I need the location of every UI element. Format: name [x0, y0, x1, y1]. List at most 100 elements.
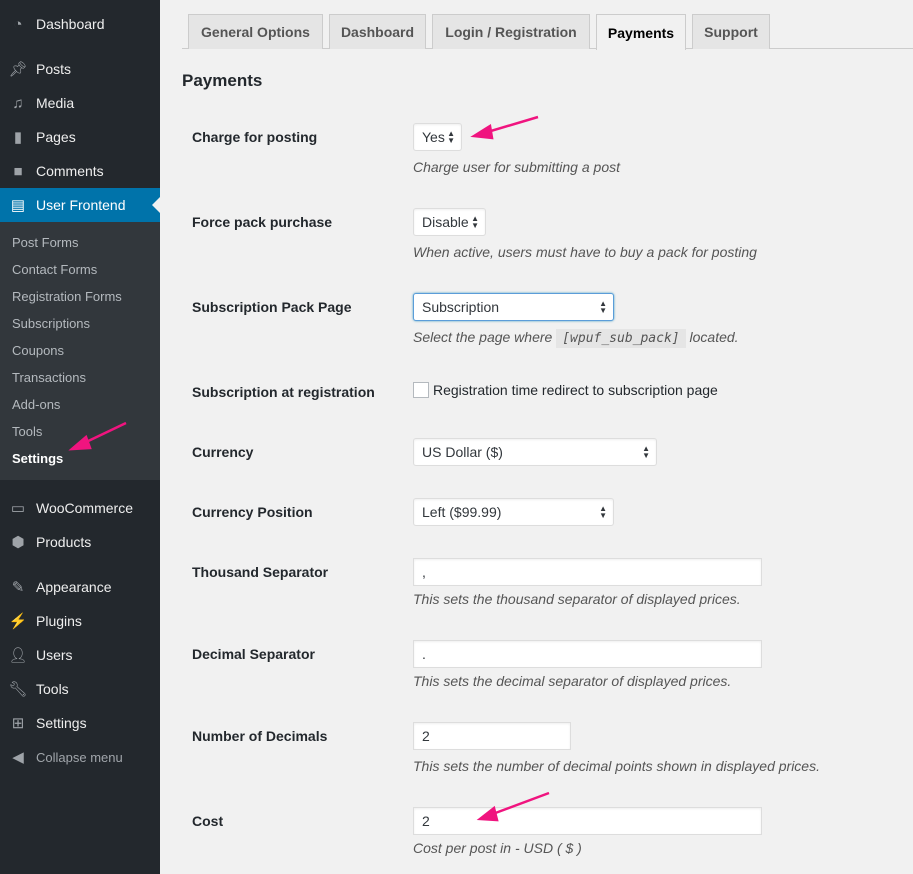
force-select[interactable]: Disable ▲ ▼ — [413, 208, 486, 236]
decimal-input[interactable]: . — [413, 640, 762, 668]
select-value: Yes — [422, 129, 445, 145]
shortcode: [wpuf_sub_pack] — [556, 329, 686, 348]
menu-media[interactable]: ♫ Media — [0, 86, 160, 120]
menu-label: Collapse menu — [36, 749, 123, 765]
collapse-icon: ◀ — [12, 749, 24, 766]
subpage-desc: Select the page where [wpuf_sub_pack] lo… — [413, 329, 739, 348]
decimal-desc: This sets the decimal separator of displ… — [413, 673, 732, 689]
menu-label: Plugins — [36, 613, 82, 629]
currency-label: Currency — [192, 444, 254, 460]
box-icon: ⬢ — [11, 534, 25, 551]
wrench-icon: 🔧︎ — [8, 681, 28, 698]
select-value: Subscription — [422, 299, 500, 315]
pin-icon: 📌︎ — [8, 61, 28, 78]
submenu-post-forms[interactable]: Post Forms — [12, 235, 78, 250]
tab-login-registration[interactable]: Login / Registration — [432, 14, 590, 49]
menu-label: Products — [36, 534, 92, 550]
decimal-label: Decimal Separator — [192, 646, 315, 662]
tab-support[interactable]: Support — [692, 14, 770, 49]
desc-text: located. — [689, 329, 739, 345]
currency-select[interactable]: US Dollar ($) ▲ ▼ — [413, 438, 657, 466]
updown-icon: ▲ ▼ — [471, 214, 479, 230]
menu-label: Settings — [36, 715, 87, 731]
cost-input[interactable]: 2 — [413, 807, 762, 835]
plug-icon: ⚡ — [8, 613, 28, 630]
charge-label: Charge for posting — [192, 129, 318, 145]
menu-appearance[interactable]: ✎ Appearance — [0, 570, 160, 604]
arrowhead-icon — [470, 123, 494, 140]
submenu: Post Forms Contact Forms Registration Fo… — [0, 222, 160, 480]
menu-label: Tools — [36, 681, 69, 697]
dashboard-icon: ◔ — [13, 15, 23, 33]
thousand-desc: This sets the thousand separator of disp… — [413, 591, 741, 607]
arrow-icon — [483, 115, 539, 135]
subreg-checkbox[interactable] — [413, 382, 429, 398]
desc-text: Select the page where — [413, 329, 553, 345]
user-icon: 👤︎ — [8, 647, 28, 664]
subpage-label: Subscription Pack Page — [192, 299, 352, 315]
menu-dashboard[interactable]: ◔ Dashboard — [0, 7, 160, 41]
menu-label: Posts — [36, 61, 72, 77]
updown-icon: ▲ ▼ — [599, 504, 607, 520]
subreg-label: Subscription at registration — [192, 384, 375, 400]
sliders-icon: ⊞ — [11, 715, 25, 732]
submenu-registration-forms[interactable]: Registration Forms — [12, 289, 122, 304]
cost-label: Cost — [192, 813, 224, 829]
subreg-checkbox-label[interactable]: Registration time redirect to subscripti… — [433, 382, 718, 398]
menu-label: Media — [36, 95, 75, 111]
submenu-tools[interactable]: Tools — [12, 424, 42, 439]
submenu-contact-forms[interactable]: Contact Forms — [12, 262, 97, 277]
menu-products[interactable]: ⬢ Products — [0, 525, 160, 559]
select-value: Disable — [422, 214, 469, 230]
brush-icon: ✎ — [11, 579, 25, 596]
updown-icon: ▲ ▼ — [599, 299, 607, 315]
collapse-menu-button[interactable]: ◀ Collapse menu — [0, 740, 160, 774]
pages-icon: ▮ — [13, 129, 23, 146]
select-value: US Dollar ($) — [422, 444, 503, 460]
thousand-label: Thousand Separator — [192, 564, 329, 580]
submenu-coupons[interactable]: Coupons — [12, 343, 64, 358]
thousand-input[interactable]: , — [413, 558, 762, 586]
tab-payments[interactable]: Payments — [596, 14, 686, 50]
force-desc: When active, users must have to buy a pa… — [413, 244, 757, 260]
admin-sidebar: ◔ Dashboard 📌︎ Posts ♫ Media ▮ Pages ■ Commen… — [0, 0, 160, 874]
submenu-subscriptions[interactable]: Subscriptions — [12, 316, 90, 331]
charge-select[interactable]: Yes ▲ ▼ — [413, 123, 462, 151]
menu-user-frontend[interactable]: ▤ User Frontend — [0, 188, 160, 222]
menu-woocommerce[interactable]: ▭ WooCommerce — [0, 491, 160, 525]
force-label: Force pack purchase — [192, 214, 333, 230]
menu-settings[interactable]: ⊞ Settings — [0, 706, 160, 740]
select-value: Left ($99.99) — [422, 504, 502, 520]
submenu-add-ons[interactable]: Add-ons — [12, 397, 60, 412]
media-icon: ♫ — [12, 94, 24, 112]
menu-label: Pages — [36, 129, 76, 145]
menu-tools[interactable]: 🔧︎ Tools — [0, 672, 160, 706]
menu-users[interactable]: 👤︎ Users — [0, 638, 160, 672]
tab-general-options[interactable]: General Options — [188, 14, 323, 49]
menu-label: User Frontend — [36, 197, 126, 213]
section-heading: Payments — [182, 71, 263, 90]
position-select[interactable]: Left ($99.99) ▲ ▼ — [413, 498, 614, 526]
position-label: Currency Position — [192, 504, 313, 520]
menu-comments[interactable]: ■ Comments — [0, 154, 160, 188]
submenu-settings[interactable]: Settings — [12, 451, 63, 466]
decimals-label: Number of Decimals — [192, 728, 328, 744]
decimals-desc: This sets the number of decimal points s… — [413, 758, 820, 774]
menu-label: Comments — [36, 163, 104, 179]
menu-label: Dashboard — [36, 16, 105, 32]
updown-icon: ▲ ▼ — [447, 129, 455, 145]
woo-icon: ▭ — [10, 500, 26, 517]
charge-desc: Charge user for submitting a post — [413, 159, 620, 175]
menu-posts[interactable]: 📌︎ Posts — [0, 52, 160, 86]
menu-pages[interactable]: ▮ Pages — [0, 120, 160, 154]
cost-desc: Cost per post in - USD ( $ ) — [413, 840, 582, 856]
menu-label: Appearance — [36, 579, 112, 595]
decimals-input[interactable]: 2 — [413, 722, 571, 750]
updown-icon: ▲ ▼ — [642, 444, 650, 460]
menu-plugins[interactable]: ⚡ Plugins — [0, 604, 160, 638]
submenu-transactions[interactable]: Transactions — [12, 370, 86, 385]
comment-icon: ■ — [13, 162, 23, 180]
tab-dashboard[interactable]: Dashboard — [329, 14, 426, 49]
subpage-select[interactable]: Subscription ▲ ▼ — [413, 293, 614, 321]
frontend-icon: ▤ — [10, 197, 26, 214]
